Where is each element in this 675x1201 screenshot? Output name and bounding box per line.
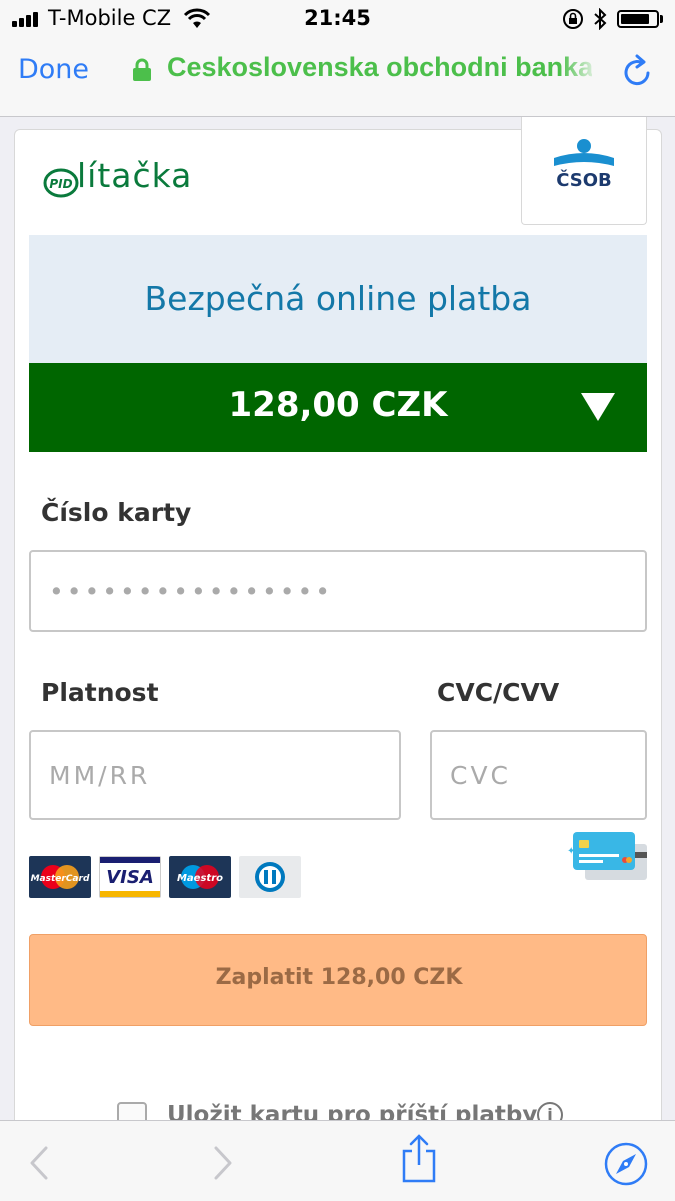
pay-button[interactable]: Zaplatit 128,00 CZK: [29, 934, 647, 1026]
amount-bar[interactable]: 128,00 CZK: [29, 363, 647, 452]
info-icon[interactable]: i: [537, 1102, 563, 1120]
pid-logo-icon: PID: [43, 168, 79, 198]
secure-payment-header: Bezpečná online platba: [29, 235, 647, 363]
url-text[interactable]: Ceskoslovenska obchodni banka: [167, 52, 592, 83]
bank-name: ČSOB: [556, 170, 612, 191]
pay-button-label: Zaplatit 128,00 CZK: [215, 965, 463, 990]
expiry-field[interactable]: [29, 730, 401, 820]
visa-text: VISA: [106, 867, 154, 888]
forward-icon[interactable]: [212, 1145, 234, 1181]
web-page: PID lítačka ČSOB Bezpečná online platba …: [0, 117, 675, 1120]
svg-text:✦: ✦: [567, 846, 575, 857]
cvc-field[interactable]: [430, 730, 647, 820]
browser-toolbar: [0, 1120, 675, 1201]
expiry-input[interactable]: [31, 732, 399, 818]
bluetooth-icon: [594, 8, 607, 30]
cvc-help-card-icon: ✦: [567, 832, 647, 880]
done-button[interactable]: Done: [18, 54, 89, 85]
merchant-brand-name: lítačka: [77, 156, 193, 195]
browser-nav-bar: Done Ceskoslovenska obchodni banka: [0, 38, 675, 117]
rotation-lock-icon: [563, 9, 583, 29]
battery-icon: [617, 10, 659, 28]
payment-amount: 128,00 CZK: [228, 385, 448, 425]
expiry-label: Platnost: [41, 678, 159, 707]
csob-mark-icon: [554, 139, 614, 166]
visa-icon: VISA: [99, 856, 161, 898]
maestro-text: Maestro: [177, 873, 223, 884]
card-number-label: Číslo karty: [41, 498, 192, 527]
safari-compass-icon[interactable]: [603, 1141, 649, 1187]
back-icon[interactable]: [28, 1145, 50, 1181]
save-card-checkbox[interactable]: [117, 1102, 147, 1120]
lock-icon: [133, 58, 151, 81]
bank-logo: ČSOB: [521, 117, 647, 225]
triangle-down-icon[interactable]: [581, 393, 615, 421]
secure-payment-title: Bezpečná online platba: [144, 279, 532, 318]
cvc-input[interactable]: [432, 732, 645, 818]
card-number-field[interactable]: [29, 550, 647, 632]
payment-card: PID lítačka ČSOB Bezpečná online platba …: [14, 117, 662, 1120]
maestro-icon: Maestro: [169, 856, 231, 898]
share-icon[interactable]: [400, 1133, 438, 1183]
pid-badge-text: PID: [49, 177, 72, 191]
status-bar: T-Mobile CZ 21:45: [0, 0, 675, 38]
diners-club-icon: [239, 856, 301, 898]
save-card-label: Uložit kartu pro příští platby: [167, 1102, 538, 1120]
mastercard-text: MasterCard: [31, 874, 90, 884]
cvc-label: CVC/CVV: [437, 678, 560, 707]
card-number-input[interactable]: [31, 552, 645, 630]
reload-icon[interactable]: [622, 54, 654, 88]
mastercard-icon: MasterCard: [29, 856, 91, 898]
